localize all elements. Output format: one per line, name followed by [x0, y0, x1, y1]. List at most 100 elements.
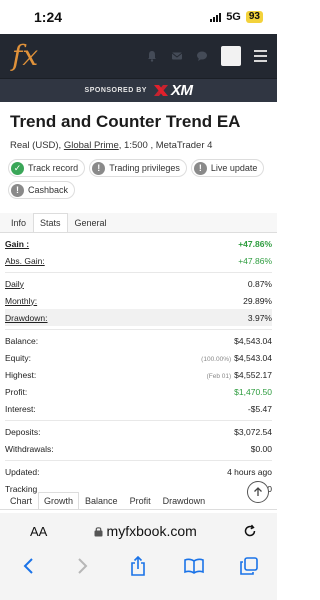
bell-icon[interactable] [146, 50, 158, 62]
stat-value: $4,543.04 [234, 352, 272, 363]
account-suffix: , 1:500 , MetaTrader 4 [118, 140, 213, 151]
battery-icon: 93 [245, 11, 263, 23]
stat-label[interactable]: Drawdown: [5, 313, 48, 323]
tab-balance[interactable]: Balance [79, 492, 124, 509]
stat-value: +47.86% [238, 238, 272, 249]
stat-label: Highest: [5, 369, 37, 380]
forward-button[interactable] [71, 555, 95, 577]
stat-row-equity: Equity: (100.00%) $4,543.04 [5, 349, 272, 366]
account-info: Real (USD), Global Prime, 1:500 , MetaTr… [0, 132, 277, 151]
stat-label: Balance: [5, 335, 39, 346]
stat-label: Deposits: [5, 426, 41, 437]
stat-row-abs-gain: Abs. Gain: +47.86% [5, 252, 272, 269]
account-prefix: Real (USD), [10, 140, 64, 151]
stat-value: $4,552.17 [234, 369, 272, 380]
tab-profit[interactable]: Profit [124, 492, 157, 509]
stat-label[interactable]: Gain : [5, 239, 29, 249]
status-time: 1:24 [34, 9, 63, 25]
bookmarks-button[interactable] [182, 555, 206, 577]
stat-label[interactable]: Daily [5, 279, 24, 289]
badge-trading-privileges[interactable]: ! Trading privileges [89, 159, 187, 177]
tabs-icon [240, 557, 259, 575]
stat-label: Withdrawals: [5, 443, 54, 454]
stat-row-highest: Highest: (Feb 01) $4,552.17 [5, 366, 272, 383]
divider [5, 460, 272, 461]
back-button[interactable] [16, 555, 40, 577]
badge-label: Cashback [28, 185, 69, 195]
stat-row-daily: Daily 0.87% [5, 275, 272, 292]
exclamation-icon: ! [92, 161, 106, 175]
chevron-right-icon [78, 558, 88, 574]
network-label: 5G [226, 11, 241, 23]
status-bar: 1:24 5G 93 [0, 0, 277, 34]
app-header: fx [0, 34, 277, 78]
stat-value-group: (Feb 01) $4,552.17 [207, 370, 272, 380]
chevron-left-icon [23, 558, 33, 574]
xm-brand: XM [170, 82, 193, 99]
share-button[interactable] [126, 555, 150, 577]
badge-live-update[interactable]: ! Live update [190, 159, 265, 177]
arrow-up-icon [254, 487, 262, 496]
broker-link[interactable]: Global Prime [64, 140, 119, 151]
xm-mark-icon [153, 85, 168, 96]
scroll-to-top-button[interactable] [247, 481, 269, 503]
badge-cashback[interactable]: ! Cashback [8, 181, 76, 199]
exclamation-icon: ! [11, 183, 24, 197]
badge-label: Live update [210, 163, 258, 173]
book-icon [184, 558, 204, 574]
sponsor-label: SPONSORED BY [84, 87, 147, 94]
xm-logo: XM [153, 82, 193, 99]
url-field[interactable]: myfxbook.com [94, 523, 197, 539]
exclamation-icon: ! [193, 161, 207, 175]
stat-row-balance: Balance: $4,543.04 [5, 332, 272, 349]
badge-track-record[interactable]: ✓ Track record [8, 159, 86, 177]
tab-stats[interactable]: Stats [33, 213, 68, 232]
tab-growth[interactable]: Growth [38, 492, 80, 509]
stat-row-deposits: Deposits: $3,072.54 [5, 423, 272, 440]
stat-value: $1,470.50 [234, 386, 272, 397]
stat-row-drawdown: Drawdown: 3.97% [5, 309, 272, 326]
stat-value: $0.00 [250, 443, 272, 454]
badge-label: Track record [28, 163, 79, 173]
stat-value: 3.97% [247, 312, 272, 323]
myfxbook-logo[interactable]: fx [12, 41, 38, 71]
stat-label: Interest: [5, 403, 36, 414]
chat-icon[interactable] [196, 50, 208, 62]
tab-general[interactable]: General [68, 213, 114, 232]
stat-value: $4,543.04 [234, 335, 272, 346]
stat-label[interactable]: Monthly: [5, 296, 37, 306]
stat-label: Profit: [5, 386, 28, 397]
stat-value: +47.86% [238, 255, 272, 266]
browser-toolbar [0, 549, 277, 600]
stat-value: 29.89% [243, 295, 272, 306]
text-size-button[interactable]: AA [30, 524, 47, 539]
stat-value-group: (100.00%) $4,543.04 [201, 353, 272, 363]
sponsor-banner[interactable]: SPONSORED BY XM [0, 78, 277, 102]
divider [5, 420, 272, 421]
tab-chart[interactable]: Chart [4, 492, 38, 509]
reload-icon[interactable] [243, 524, 257, 538]
avatar[interactable] [221, 46, 241, 66]
chart-tabs: Chart Growth Balance Profit Drawdown [0, 492, 277, 510]
divider [5, 329, 272, 330]
mail-icon[interactable] [171, 50, 183, 62]
stat-label[interactable]: Abs. Gain: [5, 256, 45, 266]
stats-panel: Gain : +47.86% Abs. Gain: +47.86% Daily … [0, 235, 277, 497]
stat-row-gain: Gain : +47.86% [5, 235, 272, 252]
stat-note: (Feb 01) [206, 372, 232, 380]
tabs-button[interactable] [237, 555, 261, 577]
hamburger-menu-icon[interactable] [254, 50, 267, 62]
badges: ✓ Track record ! Trading privileges ! Li… [0, 151, 277, 199]
stat-value: -$5.47 [247, 403, 272, 414]
page-title: Trend and Counter Trend EA [10, 112, 241, 131]
info-tabs: Info Stats General [0, 213, 277, 233]
stat-row-profit: Profit: $1,470.50 [5, 383, 272, 400]
tab-drawdown[interactable]: Drawdown [157, 492, 212, 509]
tab-info[interactable]: Info [4, 213, 33, 232]
badge-label: Trading privileges [109, 163, 180, 173]
stat-row-monthly: Monthly: 29.89% [5, 292, 272, 309]
stat-label: Updated: [5, 466, 40, 477]
stat-label: Equity: [5, 352, 31, 363]
url-text: myfxbook.com [106, 523, 197, 539]
stat-note: (100.00%) [201, 355, 232, 363]
